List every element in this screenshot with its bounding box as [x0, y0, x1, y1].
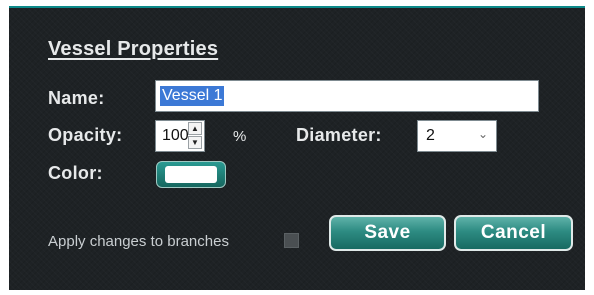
cancel-button[interactable]: Cancel: [454, 215, 573, 251]
opacity-stepper[interactable]: 100 ▲ ▼: [155, 120, 205, 152]
diameter-select[interactable]: 2 ⌄: [417, 120, 497, 152]
color-swatch: [165, 166, 217, 183]
opacity-unit: %: [233, 128, 247, 145]
diameter-label: Diameter:: [296, 125, 382, 145]
name-input-value: Vessel 1: [160, 86, 225, 106]
name-label: Name:: [48, 88, 105, 108]
spin-up-icon[interactable]: ▲: [188, 122, 202, 135]
apply-branches-checkbox[interactable]: [284, 233, 299, 248]
color-picker-button[interactable]: [156, 161, 226, 188]
opacity-value: 100: [162, 127, 189, 144]
diameter-value: 2: [426, 127, 435, 144]
color-label: Color:: [48, 163, 103, 183]
chevron-down-icon: ⌄: [477, 127, 488, 141]
save-button[interactable]: Save: [329, 215, 446, 251]
vessel-properties-dialog: Vessel Properties Name: Vessel 1 Opacity…: [9, 6, 585, 290]
name-input[interactable]: Vessel 1: [155, 80, 539, 112]
dialog-title: Vessel Properties: [48, 38, 219, 60]
spin-down-icon[interactable]: ▼: [188, 136, 202, 149]
opacity-label: Opacity:: [48, 125, 123, 145]
apply-branches-label: Apply changes to branches: [48, 233, 229, 250]
